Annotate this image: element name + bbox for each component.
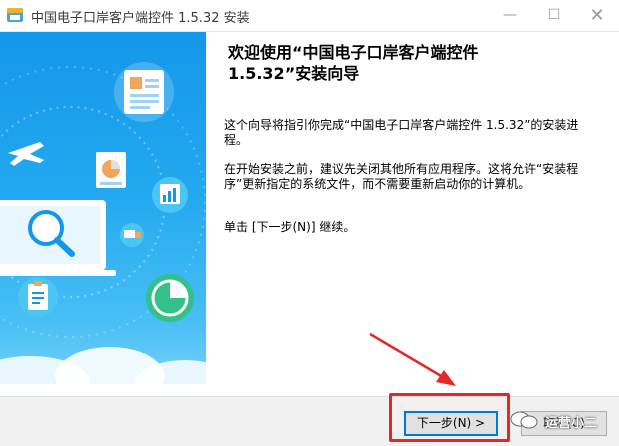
clipboard-icon (18, 277, 58, 317)
cloud-icon (0, 347, 206, 396)
intro-paragraph: 这个向导将指引你完成“中国电子口岸客户端控件 1.5.32”的安装进程。 (224, 118, 579, 147)
next-button-highlight (389, 393, 510, 442)
installer-illustration (0, 32, 206, 396)
close-button[interactable]: ✕ (575, 0, 619, 31)
maximize-button[interactable]: ☐ (532, 0, 576, 31)
close-apps-paragraph: 在开始安装之前，建议先关闭其他所有应用程序。这将允许“安装程序”更新指定的系统文… (224, 162, 579, 191)
window-title: 中国电子口岸客户端控件 1.5.32 安装 (31, 11, 250, 26)
minimize-button[interactable]: — (488, 0, 532, 31)
title-bar: 中国电子口岸客户端控件 1.5.32 安装 — ☐ ✕ (0, 0, 619, 32)
watermark-text: 运营小二 (545, 416, 598, 431)
document-icon (114, 62, 174, 122)
heading-line-2: 1.5.32”安装向导 (228, 64, 360, 83)
pie-chart-icon (146, 274, 194, 322)
wechat-icon (510, 411, 538, 429)
pie-chart-icon (96, 152, 126, 188)
continue-instruction: 单击 [下一步(N)] 继续。 (224, 220, 356, 234)
airplane-icon (8, 142, 44, 166)
bar-chart-icon (152, 177, 188, 213)
truck-icon (120, 223, 144, 247)
welcome-heading: 欢迎使用“中国电子口岸客户端控件 1.5.32”安装向导 (228, 42, 588, 84)
installer-app-icon (7, 8, 23, 22)
heading-line-1: 欢迎使用“中国电子口岸客户端控件 (228, 43, 479, 62)
welcome-panel: 欢迎使用“中国电子口岸客户端控件 1.5.32”安装向导 这个向导将指引你完成“… (206, 32, 619, 396)
